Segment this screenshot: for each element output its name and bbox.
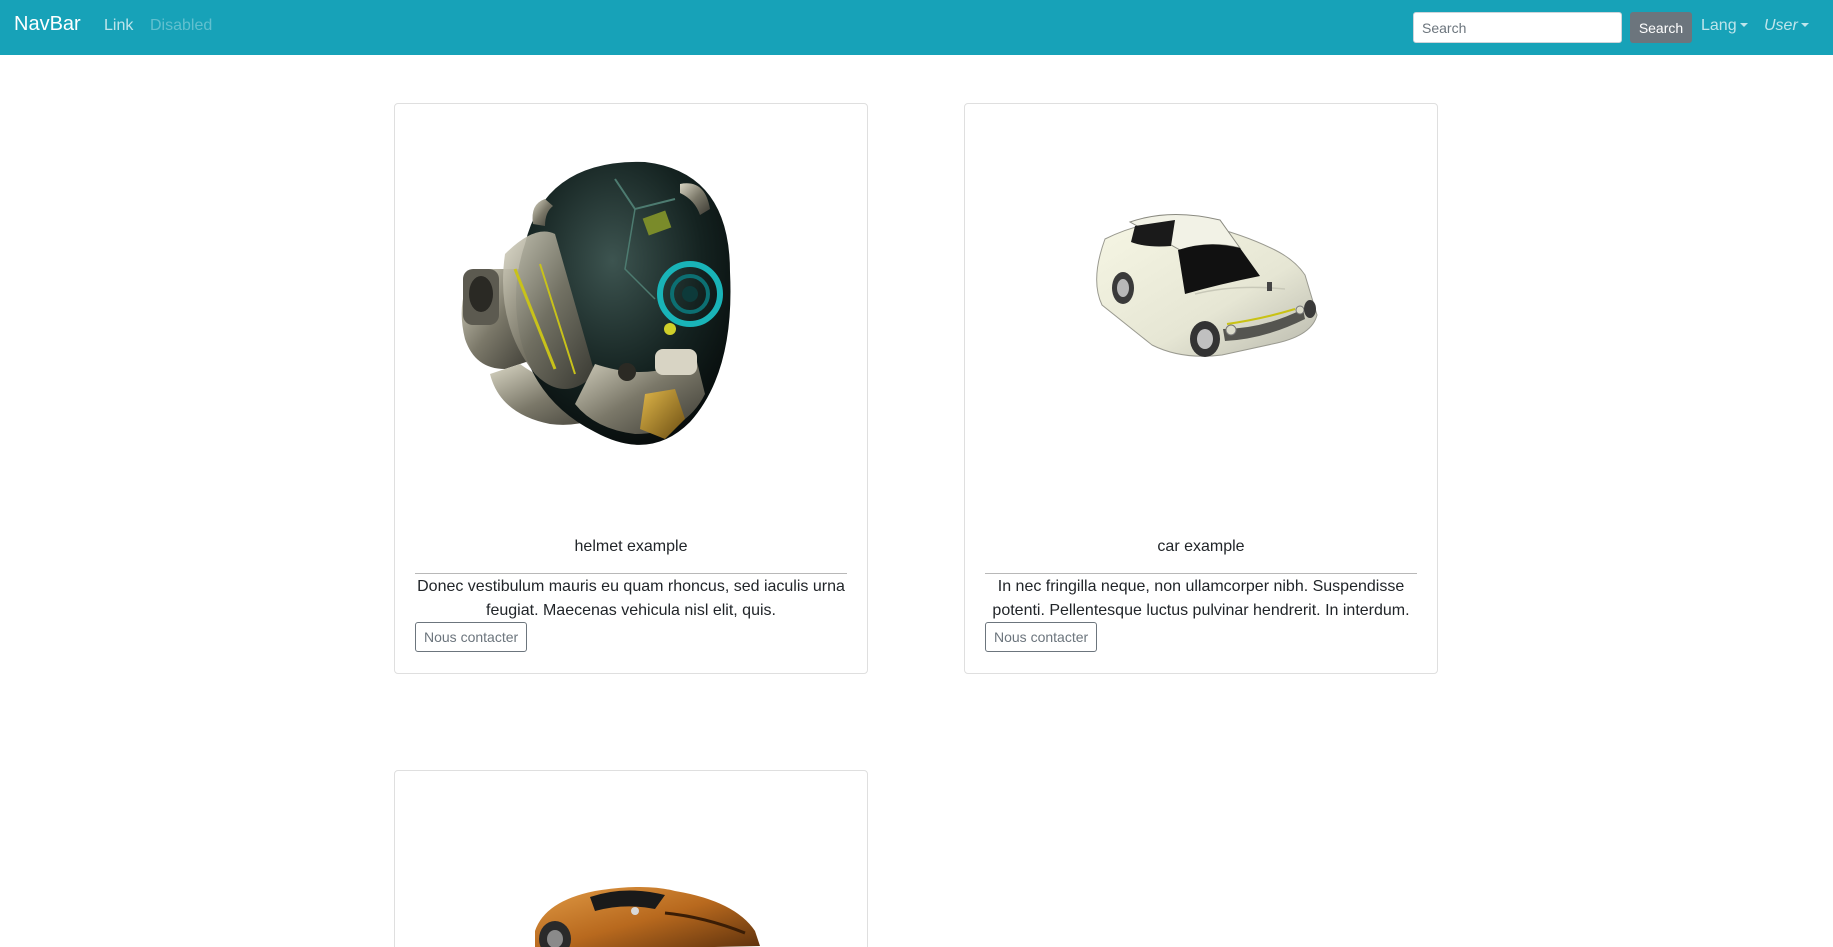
helmet-model-image[interactable] [395,104,867,524]
card-title: car example [1157,538,1245,555]
sports-car-model-image[interactable] [395,771,867,947]
user-dropdown-label: User [1764,17,1798,34]
product-card: helmet example Donec vestibulum mauris e… [394,103,868,674]
chevron-down-icon [1800,23,1809,27]
search-input[interactable] [1413,12,1622,43]
nav-link[interactable]: Link [104,17,133,35]
contact-button[interactable]: Nous contacter [985,622,1098,652]
search-button[interactable]: Search [1630,12,1692,43]
user-dropdown[interactable]: User [1764,17,1809,35]
navbar: NavBar Link Disabled Search Lang User [0,0,1833,55]
lang-dropdown-label: Lang [1701,17,1737,34]
product-card: car example In nec fringilla neque, non … [964,103,1438,674]
card-divider [415,573,847,574]
card-text: In nec fringilla neque, non ullamcorper … [992,578,1410,619]
lang-dropdown[interactable]: Lang [1701,17,1748,35]
car-model-image[interactable] [965,104,1437,524]
contact-button[interactable]: Nous contacter [415,622,528,652]
navbar-brand[interactable]: NavBar [14,13,81,36]
card-title: helmet example [574,538,688,555]
product-card [394,770,868,947]
chevron-down-icon [1739,23,1748,27]
nav-link-disabled: Disabled [150,17,213,34]
card-divider [985,573,1417,574]
card-text: Donec vestibulum mauris eu quam rhoncus,… [417,578,845,619]
